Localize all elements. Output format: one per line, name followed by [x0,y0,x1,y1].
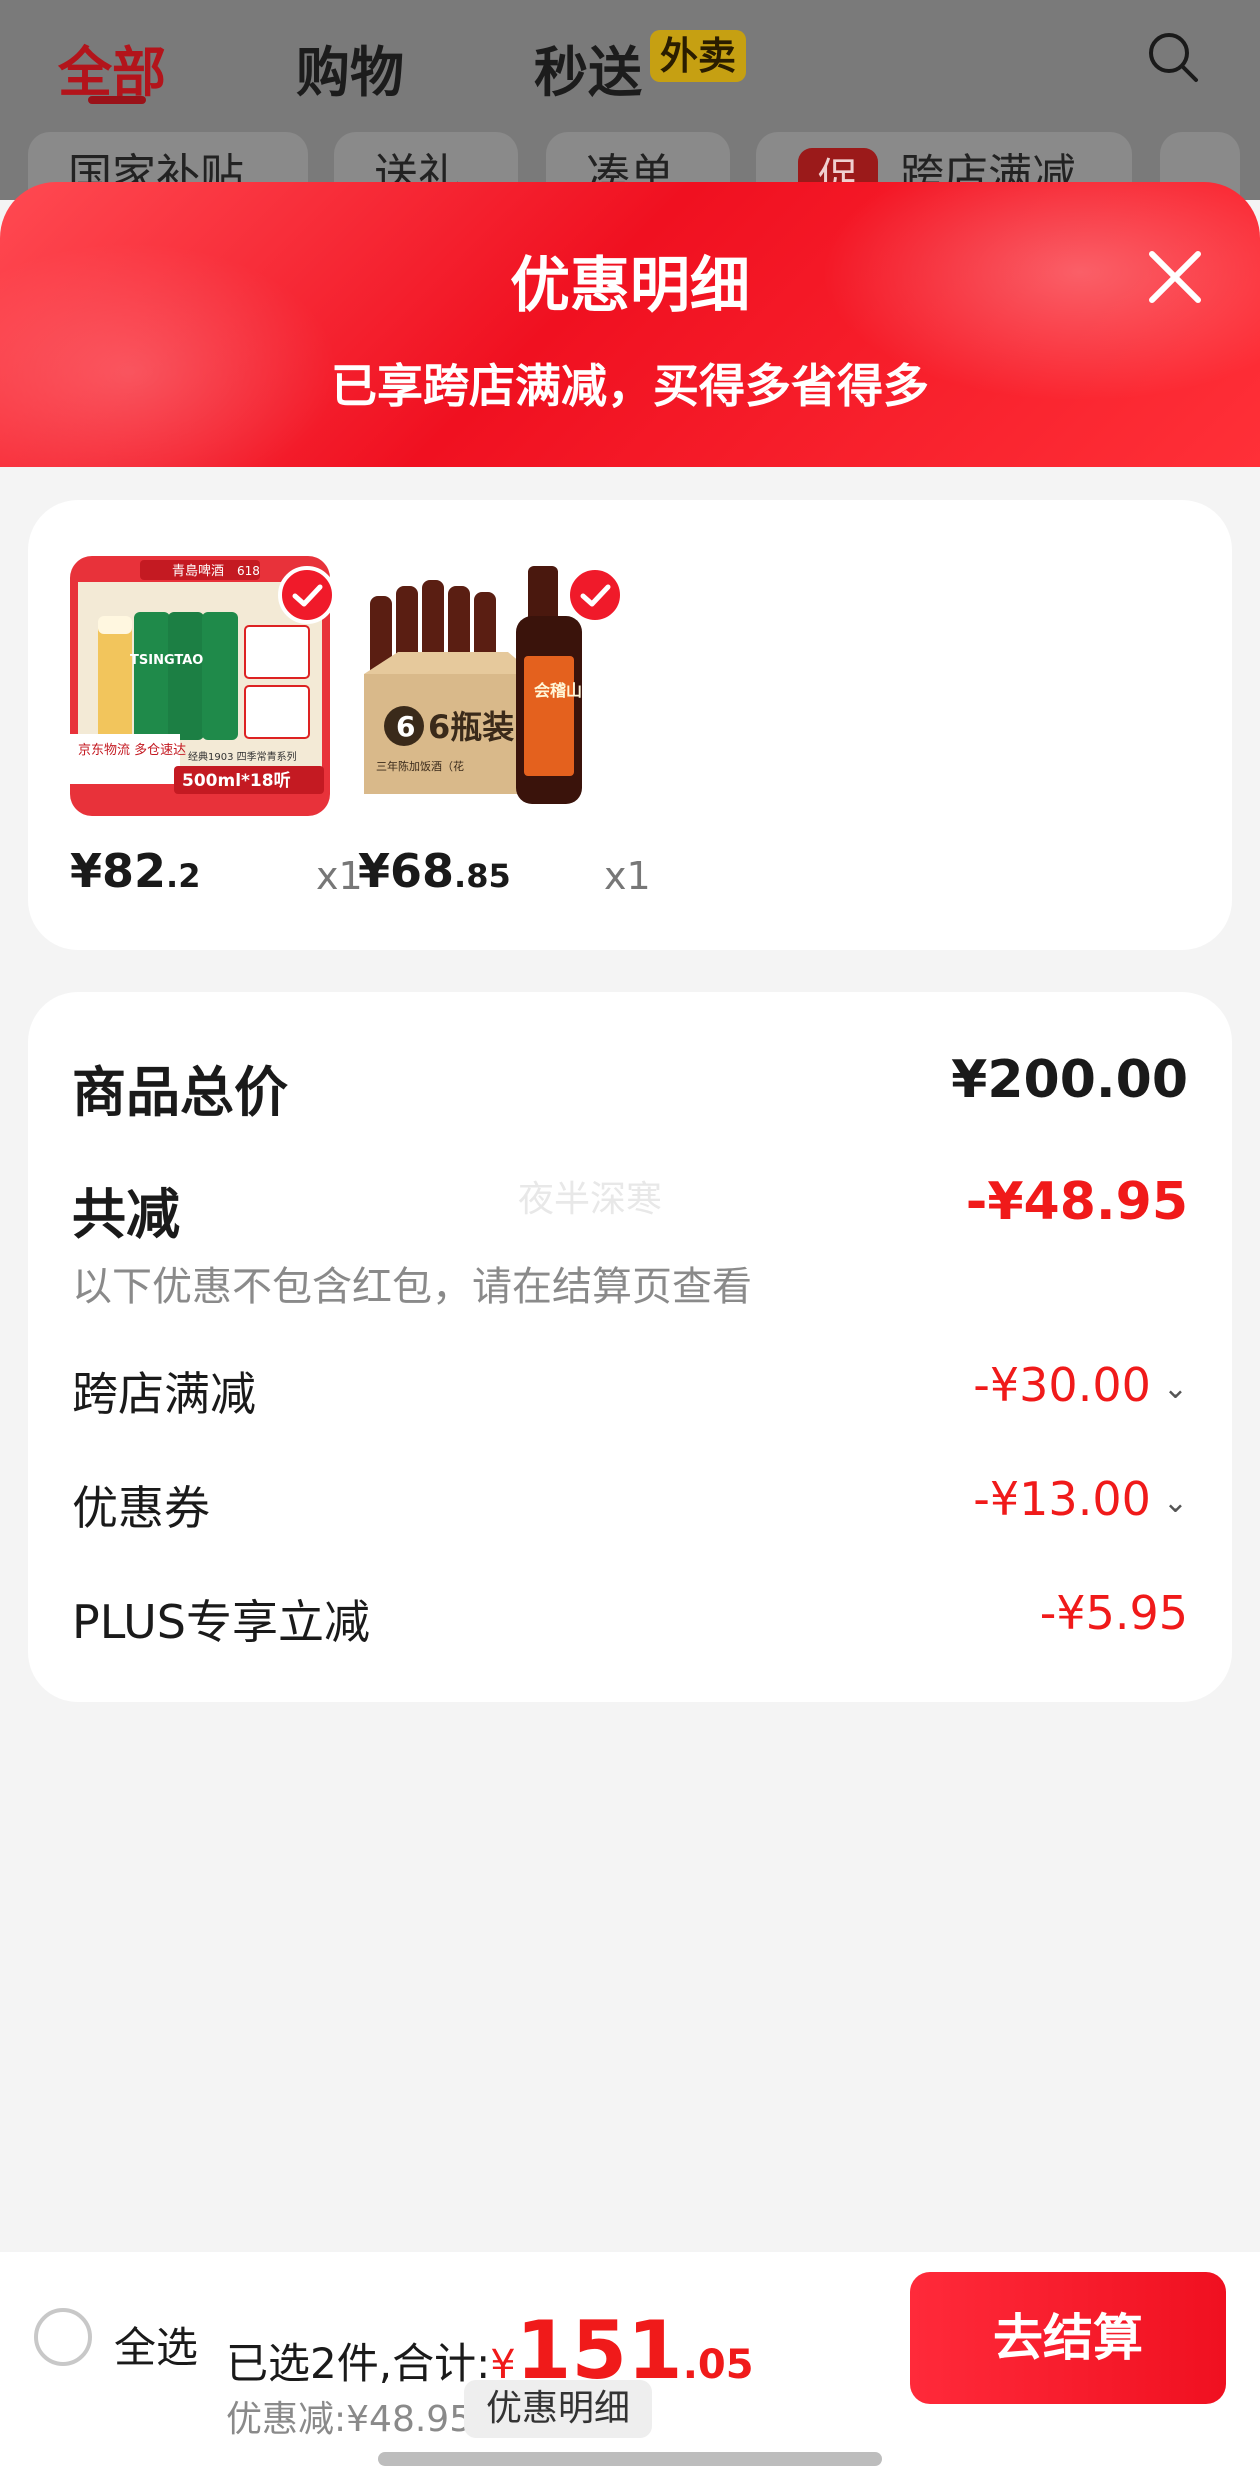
beer-618-text: 618 [237,564,260,578]
selected-count-label: 已选2件,合计: [226,2339,491,2388]
active-tab-indicator [88,96,146,104]
close-icon[interactable] [1140,242,1210,312]
plus-discount-value: -¥5.95 [1039,1586,1188,1640]
tab-instant-delivery[interactable]: 秒送 [534,28,642,107]
wine-box-sub-text: 三年陈加饭酒（花 [376,759,464,773]
wine-label-text: 会稽山 [534,681,582,700]
discount-amount: 优惠减:¥48.95 [226,2399,473,2440]
beer-spec-text: 500ml*18听 [182,770,291,791]
wine-box-text: 6瓶装 [428,708,514,746]
top-tabs: 全部 购物 秒送 外卖 [0,0,1260,110]
coupon-value: -¥13.00 [973,1472,1151,1526]
home-indicator[interactable] [378,2452,882,2466]
checkout-button[interactable]: 去结算 [910,2272,1226,2404]
discount-detail-header: 优惠明细 已享跨店满减，买得多省得多 [0,182,1260,467]
checkmark-icon [580,584,611,607]
watermark-text: 夜半深寒 [518,1179,663,1220]
product-price: ¥68.85 [358,844,511,898]
price-decimal: .2 [166,857,201,895]
chevron-down-icon[interactable]: ⌄ [1163,1485,1188,1520]
select-all-label[interactable]: 全选 [114,2314,198,2375]
discount-note: 以下优惠不包含红包，请在结算页查看 [72,1264,752,1310]
cross-store-discount-label: 跨店满减 [72,1367,256,1421]
beer-logistics-text: 京东物流 多仓速达 [78,742,186,758]
total-price-label: 商品总价 [72,1061,288,1124]
tab-shopping[interactable]: 购物 [296,28,404,107]
checkmark-icon [292,584,323,607]
total-reduction-label: 共减 [72,1183,180,1246]
chevron-down-icon[interactable]: ⌄ [1163,1371,1188,1406]
sheet-subtitle: 已享跨店满减，买得多省得多 [331,359,929,413]
search-icon[interactable] [1146,30,1200,84]
cross-store-discount-value: -¥30.00 [973,1358,1151,1412]
product-quantity: x1 [316,854,363,898]
price-integer: 68 [390,844,455,898]
discount-summary-card: 商品总价 ¥200.00 共减 夜半深寒 -¥48.95 以下优惠不包含红包，请… [28,992,1232,1702]
select-all-radio[interactable] [34,2308,92,2366]
price-integer: 82 [102,844,167,898]
total-price-value: ¥200.00 [951,1050,1188,1110]
selected-check-icon[interactable] [278,566,336,624]
coupon-row[interactable]: -¥13.00 ⌄ [973,1472,1188,1526]
cross-store-discount-row[interactable]: -¥30.00 ⌄ [973,1358,1188,1412]
plus-discount-label: PLUS专享立减 [72,1595,370,1649]
price-yen: ¥ [70,844,103,898]
price-yen: ¥ [358,844,391,898]
beer-can-text: TSINGTAO [130,653,203,668]
selected-check-icon[interactable] [566,566,624,624]
total-reduction-value: -¥48.95 [965,1172,1188,1232]
coupon-label: 优惠券 [72,1481,210,1535]
beer-brand-text: 青島啤酒 [172,564,224,579]
total-decimal: .05 [682,2342,754,2388]
product-list-card: 青島啤酒 618 TSINGTAO 京东物流 多仓速达 经典1903 四季常青系… [28,500,1232,950]
checkout-bar: 全选 已选2件,合计:¥151.05 优惠减:¥48.95 优惠明细 去结算 [0,2252,1260,2488]
svg-text:6: 6 [396,710,415,743]
cart-page: 全部 购物 秒送 外卖 国家补贴 送礼 凑单 促跨店满减 优惠明细 已享跨店满减… [0,0,1260,2488]
beer-series-text: 经典1903 四季常青系列 [188,750,297,763]
price-decimal: .85 [454,857,511,895]
takeaway-badge: 外卖 [650,30,747,82]
sheet-title: 优惠明细 [510,251,750,321]
product-quantity: x1 [604,854,651,898]
product-price: ¥82.2 [70,844,200,898]
discount-detail-button[interactable]: 优惠明细 [464,2380,653,2438]
